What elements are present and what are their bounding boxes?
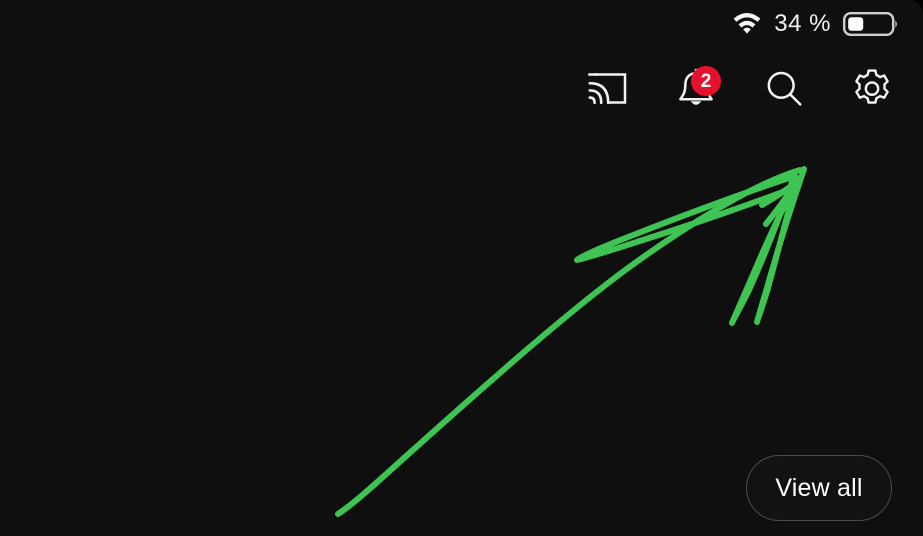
action-bar: 2 (579, 62, 901, 120)
settings-gear-icon (850, 67, 894, 116)
wifi-icon (732, 13, 762, 35)
cast-button[interactable] (579, 62, 637, 120)
battery-percent-label: 34 % (774, 10, 831, 37)
view-all-button[interactable]: View all (746, 455, 892, 521)
app-screen: 34 % 2 View all (0, 0, 923, 536)
battery-icon (841, 10, 899, 38)
notifications-button[interactable]: 2 (667, 62, 725, 120)
notification-badge: 2 (691, 66, 721, 96)
status-bar: 34 % (0, 0, 923, 48)
search-button[interactable] (755, 62, 813, 120)
settings-button[interactable] (843, 62, 901, 120)
search-icon (763, 68, 805, 115)
cast-icon (587, 70, 629, 113)
